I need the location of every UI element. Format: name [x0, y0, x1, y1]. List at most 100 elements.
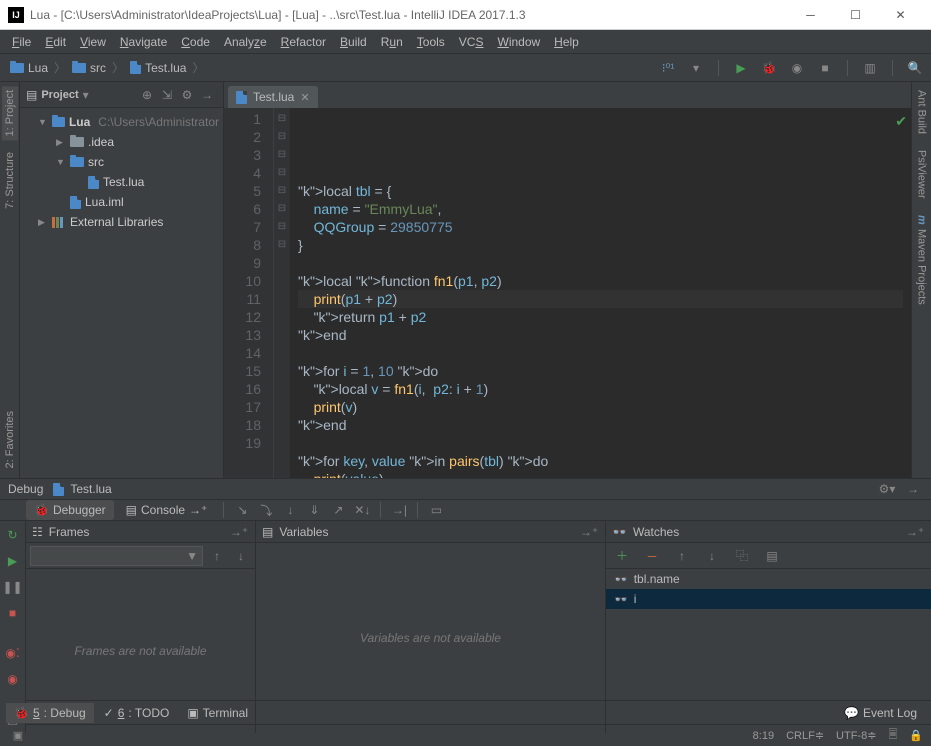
tree-item[interactable]: Lua.iml [20, 192, 223, 212]
separator [847, 60, 848, 76]
tree-item[interactable]: ▼LuaC:\Users\Administrator [20, 112, 223, 132]
navigation-bar: Lua 〉 src 〉 Test.lua 〉 ⁝⁰¹ ▾ ▶ 🐞 ◉ ■ ▥ 🔍 [0, 54, 931, 82]
inspection-icon[interactable]: 🗏 [888, 726, 897, 745]
close-button[interactable]: ✕ [878, 1, 923, 29]
tree-item[interactable]: ▼src [20, 152, 223, 172]
line-number-gutter: 12345678910111213141516171819 [224, 108, 274, 478]
add-watch-icon[interactable]: ＋ [612, 546, 632, 566]
tree-item[interactable]: ▶External Libraries [20, 212, 223, 232]
menu-file[interactable]: File [6, 33, 37, 51]
menu-vcs[interactable]: VCS [453, 33, 490, 51]
console-tab[interactable]: ▤Console →⁺ [118, 500, 216, 520]
tree-item[interactable]: Test.lua [20, 172, 223, 192]
breadcrumb-src[interactable]: src [68, 59, 110, 77]
view-breakpoints-icon[interactable]: ◉⁚ [3, 643, 23, 663]
close-tab-icon[interactable]: ✕ [300, 91, 309, 104]
window-title: Lua - [C:\Users\Administrator\IdeaProjec… [30, 8, 788, 22]
variables-empty-text: Variables are not available [256, 543, 605, 733]
file-encoding[interactable]: UTF-8≑ [836, 729, 876, 742]
menu-navigate[interactable]: Navigate [114, 33, 173, 51]
tool-tab-structure[interactable]: 7: Structure [2, 148, 18, 213]
menu-view[interactable]: View [74, 33, 112, 51]
menu-refactor[interactable]: Refactor [275, 33, 332, 51]
menu-build[interactable]: Build [334, 33, 373, 51]
fold-gutter[interactable]: ⊟⊟⊟⊟⊟⊟⊟⊟ [274, 108, 290, 478]
menu-tools[interactable]: Tools [411, 33, 451, 51]
step-into-icon[interactable]: ↓ [280, 500, 300, 520]
search-icon[interactable]: 🔍 [905, 58, 925, 78]
bottom-tab-todo[interactable]: ✓ 6: TODO [96, 703, 178, 723]
stop-button[interactable]: ■ [815, 58, 835, 78]
lock-icon[interactable]: 🔒 [909, 729, 923, 742]
frames-title: Frames [49, 525, 90, 539]
line-separator[interactable]: CRLF≑ [786, 729, 824, 742]
watch-item[interactable]: 👓tbl.name [606, 569, 931, 589]
pause-icon[interactable]: ❚❚ [3, 577, 23, 597]
move-down-icon[interactable]: ↓ [702, 546, 722, 566]
bottom-tab-terminal[interactable]: ▣ Terminal [179, 703, 256, 723]
menu-help[interactable]: Help [548, 33, 585, 51]
event-log-button[interactable]: 💬 Event Log [836, 703, 925, 723]
glasses-icon: 👓 [614, 593, 628, 606]
left-tool-strip: 1: Project 7: Structure 2: Favorites [0, 82, 20, 478]
breadcrumb-lua[interactable]: Lua [6, 59, 52, 77]
tool-tab-project[interactable]: 1: Project [2, 86, 18, 140]
watch-item[interactable]: 👓i [606, 589, 931, 609]
pin-icon[interactable]: →⁺ [905, 522, 925, 542]
stop-icon[interactable]: ■ [3, 603, 23, 623]
menu-run[interactable]: Run [375, 33, 409, 51]
step-out-icon[interactable]: ↗ [328, 500, 348, 520]
next-frame-icon[interactable]: ↓ [231, 546, 251, 566]
remove-watch-icon[interactable]: ─ [642, 546, 662, 566]
minimize-button[interactable]: ─ [788, 1, 833, 29]
resume-icon[interactable]: ▶ [3, 551, 23, 571]
show-execution-point-icon[interactable]: ↘ [232, 500, 252, 520]
scroll-from-source-icon[interactable]: ⊕ [137, 85, 157, 105]
code-content[interactable]: ✔ "k">local tbl = { name = "EmmyLua", QQ… [290, 108, 911, 478]
gear-icon[interactable]: ⚙▾ [877, 479, 897, 499]
project-view-icon: ▤ [26, 88, 37, 102]
show-watches-view-icon[interactable]: ▤ [762, 546, 782, 566]
thread-selector[interactable]: ▼ [30, 546, 203, 566]
code-editor[interactable]: 12345678910111213141516171819 ⊟⊟⊟⊟⊟⊟⊟⊟ ✔… [224, 108, 911, 478]
rerun-icon[interactable]: ↻ [3, 525, 23, 545]
pin-icon[interactable]: →⁺ [579, 522, 599, 542]
menu-analyze[interactable]: Analyze [218, 33, 273, 51]
bottom-tab-debug[interactable]: 🐞 5: Debug [6, 703, 94, 723]
debugger-tab[interactable]: 🐞Debugger [26, 500, 114, 520]
run-to-cursor-icon[interactable]: →| [389, 500, 409, 520]
tool-tab-ant[interactable]: Ant Build [914, 86, 930, 138]
drop-frame-icon[interactable]: ✕↓ [352, 500, 372, 520]
menu-edit[interactable]: Edit [39, 33, 72, 51]
hide-icon[interactable]: → [197, 85, 217, 105]
hide-icon[interactable]: → [903, 479, 923, 499]
dropdown-icon[interactable]: ▾ [83, 88, 89, 102]
tool-windows-icon[interactable]: ▣ [8, 726, 28, 746]
prev-frame-icon[interactable]: ↑ [207, 546, 227, 566]
tree-item[interactable]: ▶.idea [20, 132, 223, 152]
menu-code[interactable]: Code [175, 33, 216, 51]
force-step-into-icon[interactable]: ⇓ [304, 500, 324, 520]
maximize-button[interactable]: ☐ [833, 1, 878, 29]
editor-tab-test-lua[interactable]: Test.lua ✕ [228, 86, 318, 108]
dropdown-icon[interactable]: ▾ [686, 58, 706, 78]
tool-tab-favorites[interactable]: 2: Favorites [2, 407, 18, 472]
run-config-icon[interactable]: ⁝⁰¹ [658, 58, 678, 78]
pin-icon[interactable]: →⁺ [229, 522, 249, 542]
mute-breakpoints-icon[interactable]: ◉ [3, 669, 23, 689]
run-button[interactable]: ▶ [731, 58, 751, 78]
evaluate-expression-icon[interactable]: ▭ [426, 500, 446, 520]
collapse-all-icon[interactable]: ⇲ [157, 85, 177, 105]
gear-icon[interactable]: ⚙ [177, 85, 197, 105]
tool-tab-maven[interactable]: m Maven Projects [914, 211, 930, 309]
duplicate-watch-icon[interactable]: ⿻ [732, 546, 752, 566]
project-tree[interactable]: ▼LuaC:\Users\Administrator▶.idea▼srcTest… [20, 108, 223, 236]
step-over-icon[interactable]: ⤵ [256, 500, 276, 520]
project-structure-button[interactable]: ▥ [860, 58, 880, 78]
tool-tab-psiviewer[interactable]: PsiViewer [914, 146, 930, 203]
move-up-icon[interactable]: ↑ [672, 546, 692, 566]
debug-button[interactable]: 🐞 [759, 58, 779, 78]
menu-window[interactable]: Window [491, 33, 546, 51]
coverage-button[interactable]: ◉ [787, 58, 807, 78]
breadcrumb-file[interactable]: Test.lua [126, 59, 190, 77]
